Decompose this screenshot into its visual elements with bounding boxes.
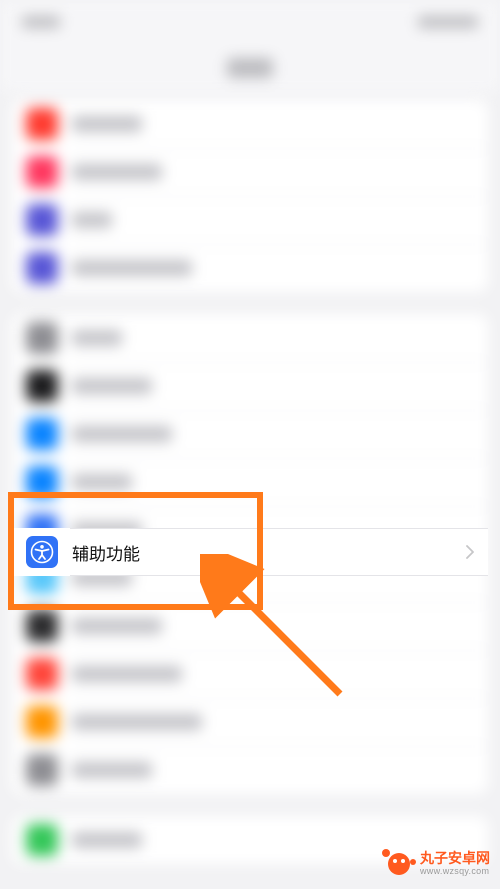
row-icon [26, 754, 58, 786]
row-icon [26, 252, 58, 284]
settings-row[interactable] [12, 458, 488, 506]
settings-group [12, 816, 488, 864]
row-label [72, 330, 122, 346]
annotation-arrow [200, 554, 360, 714]
watermark-title: 丸子安卓网 [420, 851, 490, 866]
settings-row[interactable] [12, 314, 488, 362]
row-label [72, 378, 152, 394]
row-label [72, 426, 172, 442]
row-label [72, 116, 142, 132]
row-label [72, 260, 192, 276]
blurred-background [0, 0, 500, 889]
accessibility-row-wrapper: 辅助功能 [12, 528, 488, 576]
accessibility-icon [26, 536, 58, 568]
row-icon [26, 706, 58, 738]
row-label [72, 714, 202, 730]
accessibility-row[interactable]: 辅助功能 [12, 528, 488, 576]
settings-row[interactable] [12, 244, 488, 292]
watermark-logo-icon [382, 847, 416, 881]
settings-row[interactable] [12, 698, 488, 746]
settings-row[interactable] [12, 650, 488, 698]
row-label [72, 164, 162, 180]
row-icon [26, 658, 58, 690]
row-icon [26, 610, 58, 642]
settings-group [12, 100, 488, 292]
row-icon [26, 108, 58, 140]
settings-row[interactable] [12, 816, 488, 864]
row-label [72, 212, 112, 228]
settings-row[interactable] [12, 148, 488, 196]
accessibility-label: 辅助功能 [72, 540, 466, 565]
row-label [72, 618, 162, 634]
row-icon [26, 824, 58, 856]
settings-row[interactable] [12, 410, 488, 458]
settings-row[interactable] [12, 196, 488, 244]
settings-row[interactable] [12, 602, 488, 650]
row-label [72, 666, 182, 682]
settings-list [0, 100, 500, 864]
page-header [0, 44, 500, 92]
status-bar [0, 0, 500, 44]
chevron-right-icon [466, 545, 474, 559]
watermark-url: www.wzsqy.com [420, 867, 490, 877]
settings-row[interactable] [12, 746, 488, 794]
row-icon [26, 418, 58, 450]
row-label [72, 474, 132, 490]
row-icon [26, 466, 58, 498]
page-title [227, 58, 273, 78]
row-icon [26, 322, 58, 354]
row-icon [26, 156, 58, 188]
watermark: 丸子安卓网 www.wzsqy.com [382, 847, 490, 881]
row-icon [26, 370, 58, 402]
settings-row[interactable] [12, 362, 488, 410]
settings-row[interactable] [12, 100, 488, 148]
row-label [72, 762, 152, 778]
row-label [72, 832, 142, 848]
row-icon [26, 204, 58, 236]
